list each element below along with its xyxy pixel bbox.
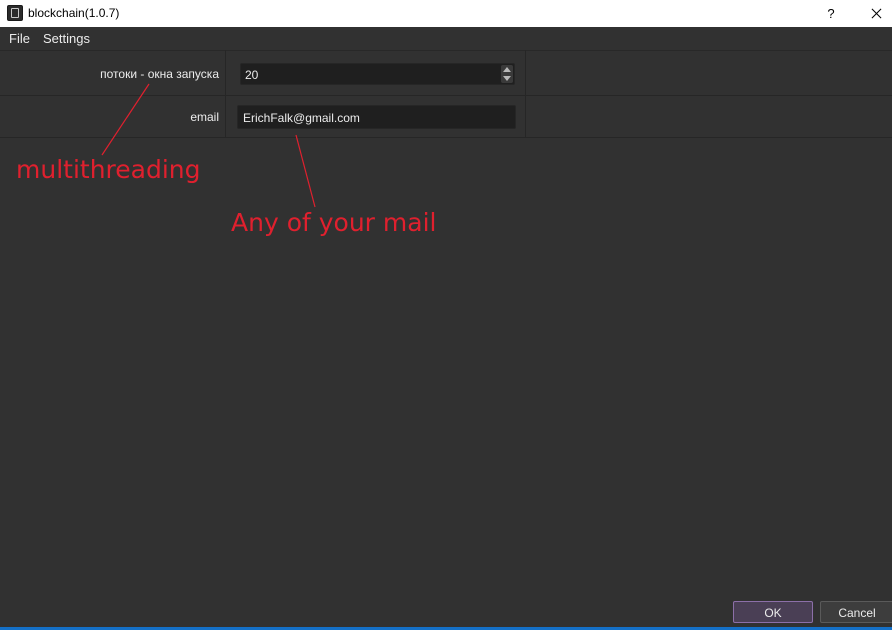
menu-settings[interactable]: Settings [43, 31, 90, 47]
ok-button[interactable]: OK [733, 601, 813, 623]
email-value[interactable]: ErichFalk@gmail.com [243, 111, 360, 125]
annotation-line-mail [295, 134, 316, 208]
column-divider [525, 50, 526, 138]
column-divider [225, 50, 226, 138]
annotation-mail: Any of your mail [231, 208, 437, 237]
app-icon [7, 5, 23, 21]
help-button[interactable]: ? [818, 0, 844, 27]
menu-bar: File Settings [0, 28, 892, 49]
email-field[interactable]: ErichFalk@gmail.com [237, 105, 516, 129]
spin-buttons[interactable] [501, 65, 513, 83]
cancel-button[interactable]: Cancel [820, 601, 892, 623]
dialog-window: blockchain(1.0.7) ? File Settings потоки… [0, 0, 892, 630]
close-icon[interactable] [862, 0, 890, 27]
email-label: email [190, 110, 219, 124]
spin-down-icon[interactable] [503, 76, 511, 81]
threads-spinbox[interactable]: 20 [240, 63, 515, 85]
spin-up-icon[interactable] [503, 67, 511, 72]
annotation-multithreading: multithreading [16, 155, 201, 184]
title-bar[interactable]: blockchain(1.0.7) ? [0, 0, 892, 27]
window-title: blockchain(1.0.7) [28, 6, 120, 20]
menu-file[interactable]: File [9, 31, 30, 47]
threads-value[interactable]: 20 [245, 68, 258, 82]
threads-label: потоки - окна запуска [100, 67, 219, 81]
